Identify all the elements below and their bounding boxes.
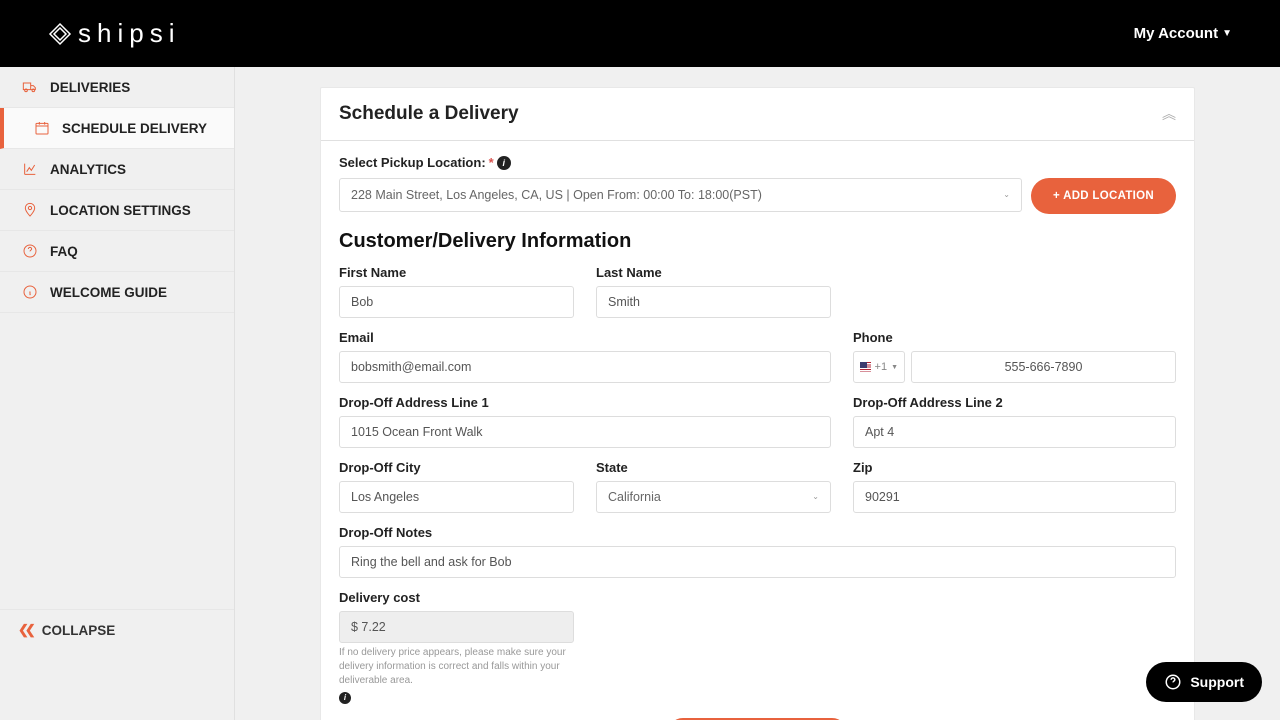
sidebar-item-faq[interactable]: FAQ [0, 231, 234, 272]
info-icon [22, 284, 38, 300]
first-name-label: First Name [339, 265, 574, 280]
sidebar-item-location-settings[interactable]: LOCATION SETTINGS [0, 190, 234, 231]
sidebar-item-analytics[interactable]: ANALYTICS [0, 149, 234, 190]
logo-text: shipsi [78, 18, 180, 49]
schedule-delivery-panel: Schedule a Delivery ︽ Select Pickup Loca… [320, 87, 1195, 720]
sidebar-item-label: ANALYTICS [50, 162, 126, 177]
phone-cc-value: +1 [875, 361, 888, 373]
pickup-location-label: Select Pickup Location: * i [339, 155, 1176, 170]
cost-note: If no delivery price appears, please mak… [339, 646, 574, 704]
email-label: Email [339, 330, 831, 345]
last-name-field[interactable] [596, 286, 831, 318]
info-tooltip-icon[interactable]: i [497, 156, 511, 170]
sidebar-item-label: WELCOME GUIDE [50, 285, 167, 300]
sidebar-item-label: SCHEDULE DELIVERY [62, 121, 207, 136]
address1-field[interactable] [339, 416, 831, 448]
zip-field[interactable] [853, 481, 1176, 513]
cost-label: Delivery cost [339, 590, 574, 605]
city-label: Drop-Off City [339, 460, 574, 475]
chart-icon [22, 161, 38, 177]
state-label: State [596, 460, 831, 475]
city-field[interactable] [339, 481, 574, 513]
caret-down-icon: ▼ [1222, 28, 1232, 39]
location-pin-icon [22, 202, 38, 218]
my-account-label: My Account [1134, 25, 1218, 42]
sidebar-item-welcome-guide[interactable]: WELCOME GUIDE [0, 272, 234, 313]
sidebar-item-label: FAQ [50, 244, 78, 259]
sidebar-item-label: DELIVERIES [50, 80, 130, 95]
customer-info-section-title: Customer/Delivery Information [339, 230, 1176, 253]
required-star-icon: * [489, 155, 494, 170]
notes-field[interactable] [339, 546, 1176, 578]
add-location-button[interactable]: + ADD LOCATION [1031, 178, 1176, 214]
chevron-down-icon: ⌄ [1003, 193, 1010, 197]
phone-field[interactable] [911, 351, 1176, 383]
us-flag-icon [860, 362, 871, 373]
state-value: California [608, 490, 661, 504]
app-header: shipsi My Account ▼ [0, 0, 1280, 67]
help-icon [1164, 673, 1182, 691]
logo-icon [48, 22, 72, 46]
truck-icon [22, 79, 38, 95]
content-area: Schedule a Delivery ︽ Select Pickup Loca… [235, 67, 1280, 720]
address1-label: Drop-Off Address Line 1 [339, 395, 831, 410]
phone-country-code-select[interactable]: +1 ▼ [853, 351, 905, 383]
question-icon [22, 243, 38, 259]
state-select[interactable]: California ⌄ [596, 481, 831, 513]
sidebar-item-schedule-delivery[interactable]: SCHEDULE DELIVERY [0, 108, 234, 149]
logo: shipsi [48, 18, 180, 49]
pickup-location-select[interactable]: 228 Main Street, Los Angeles, CA, US | O… [339, 178, 1022, 212]
address2-field[interactable] [853, 416, 1176, 448]
my-account-menu[interactable]: My Account ▼ [1134, 25, 1232, 42]
panel-body: Select Pickup Location: * i 228 Main Str… [321, 141, 1194, 720]
support-widget[interactable]: Support [1146, 662, 1262, 702]
sidebar-item-deliveries[interactable]: DELIVERIES [0, 67, 234, 108]
notes-label: Drop-Off Notes [339, 525, 1176, 540]
cost-field [339, 611, 574, 643]
zip-label: Zip [853, 460, 1176, 475]
collapse-label: COLLAPSE [42, 623, 116, 638]
panel-header: Schedule a Delivery ︽ [321, 88, 1194, 141]
collapse-panel-icon[interactable]: ︽ [1162, 111, 1176, 118]
collapse-sidebar-button[interactable]: ❮❮ COLLAPSE [0, 609, 234, 650]
sidebar: DELIVERIES SCHEDULE DELIVERY ANALYTICS L… [0, 67, 235, 720]
chevron-down-icon: ⌄ [812, 495, 819, 499]
address2-label: Drop-Off Address Line 2 [853, 395, 1176, 410]
pickup-location-value: 228 Main Street, Los Angeles, CA, US | O… [351, 188, 762, 202]
chevron-double-left-icon: ❮❮ [18, 622, 32, 638]
sidebar-item-label: LOCATION SETTINGS [50, 203, 191, 218]
info-tooltip-icon[interactable]: i [339, 692, 351, 704]
first-name-field[interactable] [339, 286, 574, 318]
caret-down-icon: ▼ [891, 364, 898, 371]
panel-title: Schedule a Delivery [339, 103, 519, 125]
phone-label: Phone [853, 330, 1176, 345]
support-label: Support [1190, 674, 1244, 690]
email-field[interactable] [339, 351, 831, 383]
calendar-icon [34, 120, 50, 136]
last-name-label: Last Name [596, 265, 831, 280]
